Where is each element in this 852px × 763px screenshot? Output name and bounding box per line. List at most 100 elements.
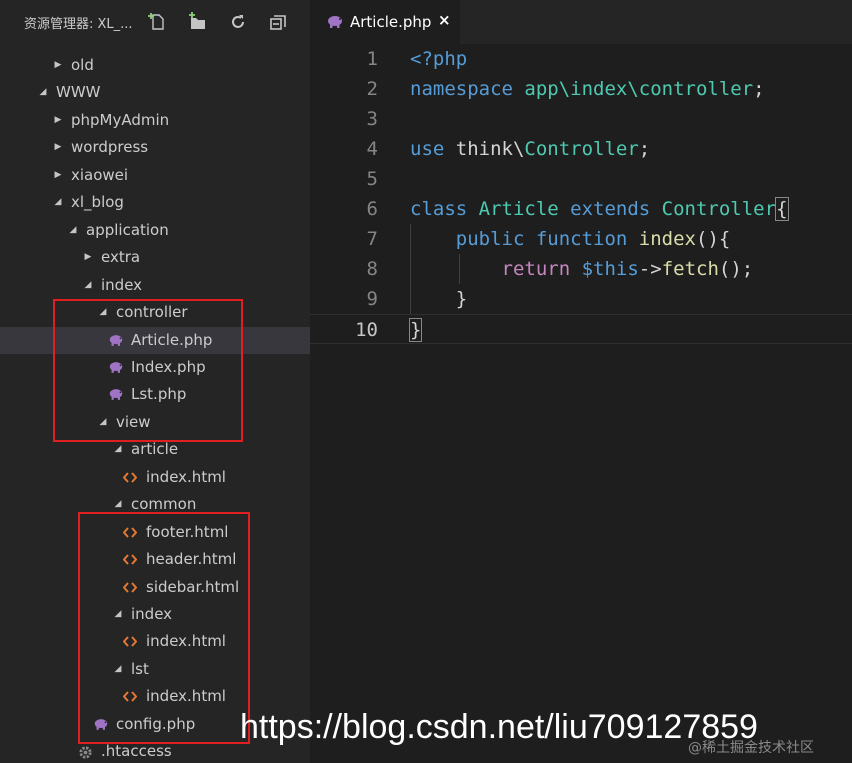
tree-item-label: Article.php [131, 330, 213, 349]
line-number: 2 [366, 78, 378, 100]
chevron-collapsed-icon[interactable]: ▶ [52, 52, 64, 79]
code-token: -> [638, 258, 662, 280]
tree-file[interactable]: Lst.php [0, 381, 310, 408]
code-token: ; [638, 138, 651, 160]
code-line[interactable]: 8 return $this->fetch(); [310, 254, 852, 284]
code-token: } [410, 288, 468, 310]
chevron-collapsed-icon[interactable]: ▶ [52, 107, 64, 134]
chevron-expanded-icon[interactable]: ◢ [82, 272, 94, 299]
tree-item-label: extra [101, 248, 141, 267]
code-token: } [408, 318, 423, 342]
chevron-expanded-icon[interactable]: ◢ [97, 299, 109, 326]
tree-item-label: Index.php [131, 357, 206, 376]
code-token: Controller [524, 138, 639, 160]
tree-file[interactable]: header.html [0, 546, 310, 573]
code-token: Article [478, 198, 571, 220]
line-number: 5 [366, 168, 378, 190]
php-elephant-icon [108, 354, 126, 381]
close-icon[interactable]: × [438, 11, 451, 29]
code-token: fetch [661, 258, 719, 280]
code-line[interactable]: 1 <?php [310, 44, 852, 74]
tree-item-label: wordpress [71, 138, 149, 157]
php-elephant-icon [326, 13, 344, 31]
new-file-icon[interactable] [148, 12, 168, 32]
tree-file[interactable]: index.html [0, 628, 310, 655]
html-code-icon [123, 546, 141, 573]
tree-file[interactable]: sidebar.html [0, 574, 310, 601]
code-token: think\ [455, 138, 525, 160]
collapse-all-icon[interactable] [268, 12, 288, 32]
line-number: 3 [366, 108, 378, 130]
tree-folder[interactable]: ◢ view [0, 409, 310, 436]
tree-file[interactable]: index.html [0, 683, 310, 710]
code-line[interactable]: 6 class Article extends Controller{ [310, 194, 852, 224]
code-line[interactable]: 5 [310, 164, 852, 194]
tree-item-label: index.html [146, 467, 226, 486]
chevron-expanded-icon[interactable]: ◢ [112, 436, 124, 463]
chevron-collapsed-icon[interactable]: ▶ [52, 134, 64, 161]
tree-folder[interactable]: ◢ application [0, 217, 310, 244]
code-line[interactable]: 4 use think\Controller; [310, 134, 852, 164]
code-text: } [408, 315, 423, 345]
line-number: 7 [366, 228, 378, 250]
tree-file[interactable]: Index.php [0, 354, 310, 381]
tree-folder[interactable]: ▶ phpMyAdmin [0, 107, 310, 134]
code-line[interactable]: 7 public function index(){ [310, 224, 852, 254]
tree-folder[interactable]: ◢ article [0, 436, 310, 463]
tree-item-label: common [131, 495, 197, 514]
tree-item-label: index [101, 275, 143, 294]
tree-folder[interactable]: ◢ index [0, 272, 310, 299]
chevron-expanded-icon[interactable]: ◢ [52, 189, 64, 216]
tree-folder[interactable]: ◢ index [0, 601, 310, 628]
tree-item-label: phpMyAdmin [71, 110, 170, 129]
php-elephant-icon [108, 381, 126, 408]
code-token: (); [718, 258, 754, 280]
tab-article-php[interactable]: Article.php × [310, 0, 460, 44]
tree-folder[interactable]: ◢ WWW [0, 79, 310, 106]
tree-item-label: Lst.php [131, 385, 187, 404]
line-number: 10 [355, 319, 378, 341]
chevron-expanded-icon[interactable]: ◢ [112, 491, 124, 518]
tree-folder[interactable]: ▶ old [0, 52, 310, 79]
tab-bar: Article.php × [310, 0, 852, 44]
tree-folder[interactable]: ◢ xl_blog [0, 189, 310, 216]
chevron-expanded-icon[interactable]: ◢ [112, 656, 124, 683]
code-token: $this [581, 258, 639, 280]
code-text: use think\Controller; [410, 134, 650, 164]
tree-folder[interactable]: ◢ lst [0, 656, 310, 683]
tree-item-label: xl_blog [71, 193, 124, 212]
tree-folder[interactable]: ▶ extra [0, 244, 310, 271]
chevron-expanded-icon[interactable]: ◢ [67, 217, 79, 244]
code-token: index [638, 228, 696, 250]
editor-pane: Article.php × 1 <?php 2 namespace app\index… [310, 0, 852, 763]
tree-folder[interactable]: ▶ wordpress [0, 134, 310, 161]
chevron-collapsed-icon[interactable]: ▶ [82, 244, 94, 271]
code-line[interactable]: 2 namespace app\index\controller; [310, 74, 852, 104]
line-number: 1 [366, 48, 378, 70]
html-code-icon [123, 519, 141, 546]
code-text: return $this->fetch(); [410, 254, 754, 284]
tree-file[interactable]: Article.php [0, 326, 310, 354]
gear-icon [78, 738, 96, 763]
tree-folder[interactable]: ◢ common [0, 491, 310, 518]
chevron-expanded-icon[interactable]: ◢ [112, 601, 124, 628]
code-line[interactable]: 9 } [310, 284, 852, 314]
chevron-collapsed-icon[interactable]: ▶ [52, 162, 64, 189]
new-folder-icon[interactable] [188, 12, 208, 32]
tab-label: Article.php [350, 13, 432, 31]
refresh-icon[interactable] [228, 12, 248, 32]
code-token: use [410, 138, 456, 160]
tree-item-label: application [86, 220, 169, 239]
tree-file[interactable]: index.html [0, 464, 310, 491]
tree-item-label: lst [131, 659, 149, 678]
tree-folder[interactable]: ▶ xiaowei [0, 162, 310, 189]
tree-item-label: .htaccess [101, 742, 172, 761]
code-line[interactable]: 3 [310, 104, 852, 134]
chevron-expanded-icon[interactable]: ◢ [37, 79, 49, 106]
tree-file[interactable]: footer.html [0, 519, 310, 546]
indent-guide [410, 224, 411, 314]
site-watermark: @稀土掘金技术社区 [688, 740, 814, 756]
chevron-expanded-icon[interactable]: ◢ [97, 409, 109, 436]
tree-folder[interactable]: ◢ controller [0, 299, 310, 326]
code-line[interactable]: 10} [310, 314, 852, 344]
